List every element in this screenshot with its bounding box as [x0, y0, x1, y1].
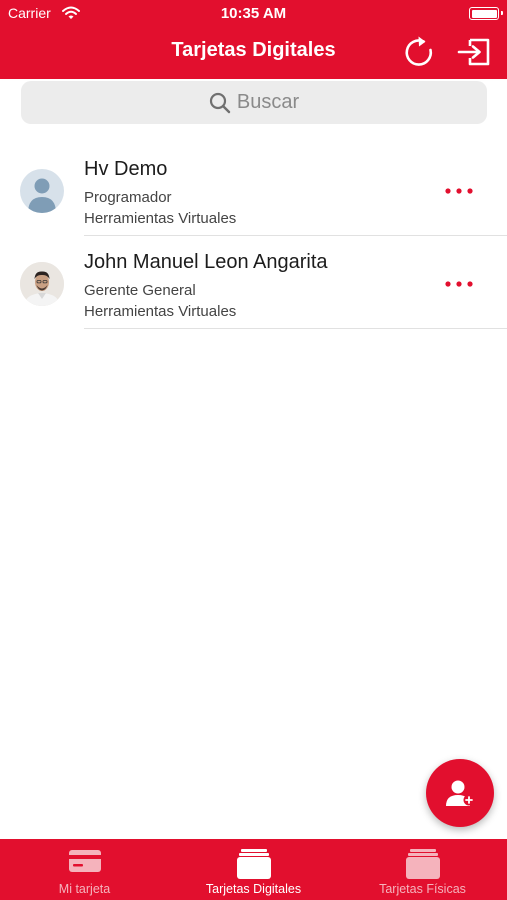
refresh-icon[interactable]: [402, 35, 436, 69]
tab-tarjetas-fisicas[interactable]: Tarjetas Físicas: [338, 839, 507, 900]
card-icon: [68, 850, 101, 872]
contact-role: Programador: [84, 189, 172, 206]
contact-name: Hv Demo: [84, 158, 168, 180]
tab-tarjetas-digitales[interactable]: Tarjetas Digitales: [169, 839, 338, 900]
photo-avatar: [20, 262, 64, 306]
battery-icon: [469, 7, 503, 20]
contact-role: Gerente General: [84, 282, 196, 299]
row-divider: [84, 328, 507, 329]
search-bar[interactable]: Buscar: [21, 81, 487, 124]
status-time: 10:35 AM: [220, 5, 287, 22]
tab-label: Tarjetas Digitales: [205, 882, 302, 896]
tab-label: Mi tarjeta: [58, 882, 111, 896]
add-contact-icon: [446, 780, 475, 806]
card-stack-icon: [405, 849, 440, 879]
add-contact-button[interactable]: [426, 759, 494, 827]
contact-name: John Manuel Leon Angarita: [84, 251, 328, 273]
contact-company: Herramientas Virtuales: [84, 210, 237, 227]
list-item[interactable]: Hv Demo Programador Herramientas Virtual…: [0, 143, 507, 236]
search-placeholder: Buscar: [236, 91, 300, 113]
more-options-icon[interactable]: [438, 274, 480, 294]
generic-avatar-icon: [20, 169, 64, 213]
search-input[interactable]: Buscar: [21, 81, 487, 124]
card-stack-icon: [236, 849, 271, 879]
contact-company: Herramientas Virtuales: [84, 303, 237, 320]
logout-icon[interactable]: [457, 37, 491, 67]
tab-label: Tarjetas Físicas: [379, 882, 466, 896]
list-item[interactable]: John Manuel Leon Angarita Gerente Genera…: [0, 236, 507, 329]
search-icon: [209, 92, 231, 113]
tab-mi-tarjeta[interactable]: Mi tarjeta: [0, 839, 169, 900]
status-bar: Carrier 10:35 AM: [0, 0, 507, 28]
header-bar: Carrier 10:35 AM Tarjetas Digitales: [0, 0, 507, 79]
more-options-icon[interactable]: [438, 181, 480, 201]
tab-bar: Mi tarjeta Tarjetas Digitales Tarjetas F…: [0, 839, 507, 900]
